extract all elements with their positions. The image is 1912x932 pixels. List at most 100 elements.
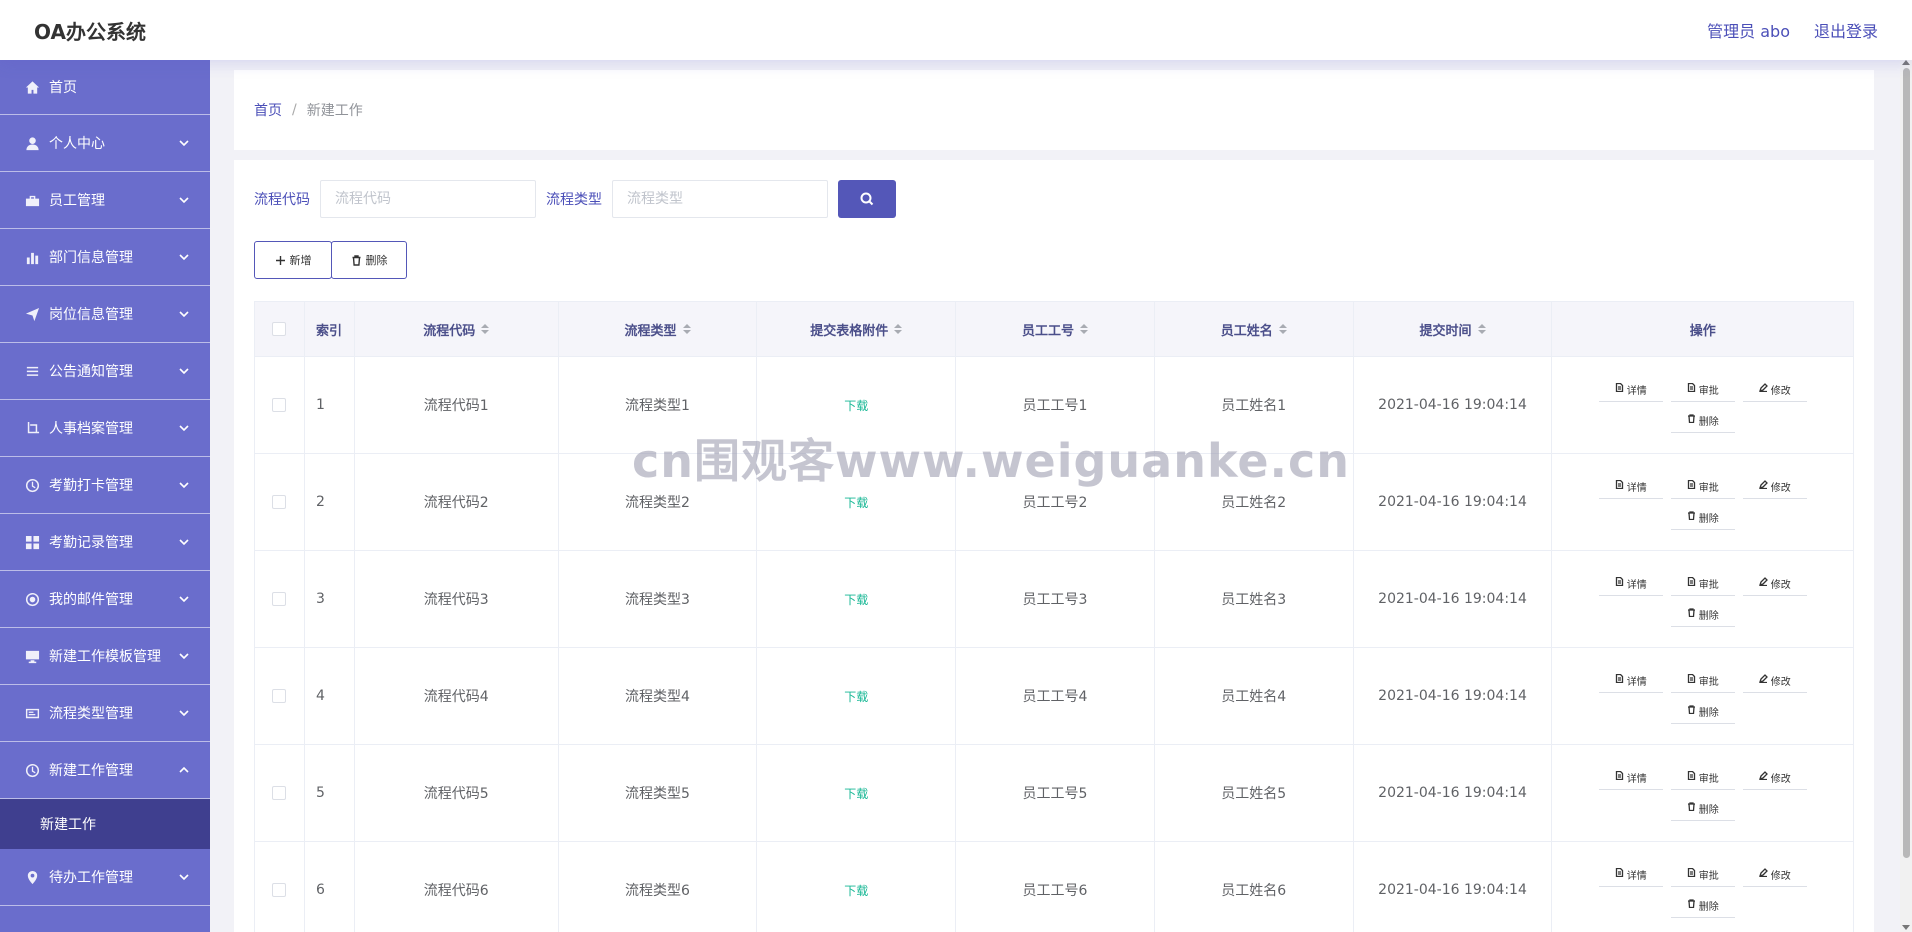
sort-icon[interactable] [682, 324, 691, 334]
header-employee-no[interactable]: 员工工号 [956, 302, 1155, 356]
add-button[interactable]: 新增 [254, 241, 332, 279]
edit-button[interactable]: 修改 [1742, 668, 1807, 693]
row-checkbox[interactable] [272, 495, 287, 509]
select-all-checkbox[interactable] [272, 322, 287, 336]
sidebar-item-hr-archive[interactable]: 人事档案管理 [0, 400, 210, 457]
main-content: 流程代码 流程类型 新增 删除 索引 流程代码 流程类型 提交表格附件 员工工号… [234, 160, 1874, 932]
process-type-input[interactable] [612, 180, 828, 218]
scroll-down-icon[interactable] [1902, 925, 1910, 930]
detail-button[interactable]: 详情 [1598, 377, 1663, 402]
detail-button[interactable]: 详情 [1598, 765, 1663, 790]
row-checkbox[interactable] [272, 592, 287, 606]
delete-label: 删除 [1698, 804, 1719, 816]
header-submit-time[interactable]: 提交时间 [1354, 302, 1553, 356]
breadcrumb: 首页 / 新建工作 [234, 70, 1874, 150]
sidebar-item-department[interactable]: 部门信息管理 [0, 229, 210, 286]
header-index: 索引 [305, 302, 355, 356]
row-checkbox[interactable] [272, 883, 287, 897]
sort-icon[interactable] [481, 324, 490, 334]
row-index: 5 [305, 745, 355, 841]
sidebar-item-work-template[interactable]: 新建工作模板管理 [0, 628, 210, 685]
approve-button[interactable]: 审批 [1670, 474, 1735, 499]
table-row: 3 流程代码3 流程类型3 下载 员工工号3 员工姓名3 2021-04-16 19:04:… [255, 551, 1853, 648]
row-checkbox[interactable] [272, 786, 287, 800]
download-link[interactable]: 下载 [844, 397, 868, 414]
sidebar-item-attendance-checkin[interactable]: 考勤打卡管理 [0, 457, 210, 514]
delete-button[interactable]: 删除 [1670, 505, 1735, 530]
header-employee-name[interactable]: 员工姓名 [1155, 302, 1354, 356]
download-link[interactable]: 下载 [844, 785, 868, 802]
delete-label: 删除 [1698, 513, 1719, 525]
row-checkbox[interactable] [272, 398, 287, 412]
header-process-type[interactable]: 流程类型 [559, 302, 758, 356]
edit-button[interactable]: 修改 [1742, 765, 1807, 790]
sidebar-item-employee[interactable]: 员工管理 [0, 172, 210, 229]
document-icon [1615, 867, 1624, 880]
row-employee-no: 员工工号2 [956, 454, 1155, 550]
sidebar-item-new-work[interactable]: 新建工作管理 [0, 742, 210, 799]
bar-chart-icon [24, 249, 40, 265]
sort-icon[interactable] [894, 324, 903, 334]
page-scrollbar[interactable] [1900, 60, 1912, 932]
logout-link[interactable]: 退出登录 [1814, 18, 1878, 42]
detail-button[interactable]: 详情 [1598, 862, 1663, 887]
process-type-label: 流程类型 [546, 192, 602, 208]
sidebar-item-process-type[interactable]: 流程类型管理 [0, 685, 210, 742]
delete-button-label: 删除 [365, 255, 388, 267]
row-operations: 详情 审批 修改 删除 [1552, 551, 1853, 647]
sidebar-item-position[interactable]: 岗位信息管理 [0, 286, 210, 343]
sidebar-item-mail[interactable]: 我的邮件管理 [0, 571, 210, 628]
document-icon [1615, 382, 1624, 395]
detail-button[interactable]: 详情 [1598, 668, 1663, 693]
approve-button[interactable]: 审批 [1670, 668, 1735, 693]
row-checkbox[interactable] [272, 689, 287, 703]
search-button[interactable] [838, 180, 896, 218]
delete-button[interactable]: 删除 [1670, 602, 1735, 627]
download-link[interactable]: 下载 [844, 688, 868, 705]
sidebar-item-home[interactable]: 首页 [0, 60, 210, 115]
edit-button[interactable]: 修改 [1742, 571, 1807, 596]
sidebar-item-notice[interactable]: 公告通知管理 [0, 343, 210, 400]
sort-icon[interactable] [1477, 324, 1486, 334]
delete-button[interactable]: 删除 [1670, 796, 1735, 821]
download-link[interactable]: 下载 [844, 882, 868, 899]
edit-button[interactable]: 修改 [1742, 377, 1807, 402]
approve-button[interactable]: 审批 [1670, 571, 1735, 596]
sidebar-item-personal-center[interactable]: 个人中心 [0, 115, 210, 172]
header-process-code[interactable]: 流程代码 [355, 302, 559, 356]
approve-button[interactable]: 审批 [1670, 765, 1735, 790]
header-attachment[interactable]: 提交表格附件 [757, 302, 957, 356]
delete-button[interactable]: 删除 [1670, 699, 1735, 724]
download-link[interactable]: 下载 [844, 591, 868, 608]
trash-icon [1687, 511, 1696, 523]
sidebar-subitem-new-work[interactable]: 新建工作 [0, 799, 210, 849]
edit-button[interactable]: 修改 [1742, 862, 1807, 887]
approve-button[interactable]: 审批 [1670, 377, 1735, 402]
edit-button[interactable]: 修改 [1742, 474, 1807, 499]
document-icon [1687, 673, 1696, 686]
list-icon [24, 363, 40, 379]
table-row: 6 流程代码6 流程类型6 下载 员工工号6 员工姓名6 2021-04-16 19:04:… [255, 842, 1853, 932]
table-body: 1 流程代码1 流程类型1 下载 员工工号1 员工姓名1 2021-04-16 19:04:… [255, 357, 1853, 932]
row-submit-time: 2021-04-16 19:04:14 [1354, 551, 1553, 647]
scroll-up-icon[interactable] [1902, 60, 1910, 65]
sort-icon[interactable] [1080, 324, 1089, 334]
operation-buttons: 详情 审批 修改 删除 [1593, 668, 1813, 724]
current-user-link[interactable]: 管理员 abo [1707, 18, 1790, 42]
sort-icon[interactable] [1278, 324, 1287, 334]
trash-icon [1687, 705, 1696, 717]
batch-delete-button[interactable]: 删除 [331, 241, 407, 279]
process-code-input[interactable] [320, 180, 536, 218]
sidebar-item-todo-work[interactable]: 待办工作管理 [0, 849, 210, 906]
breadcrumb-home[interactable]: 首页 [254, 100, 282, 120]
delete-button[interactable]: 删除 [1670, 408, 1735, 433]
approve-button[interactable]: 审批 [1670, 862, 1735, 887]
scroll-thumb[interactable] [1903, 68, 1910, 858]
sidebar-item-attendance-record[interactable]: 考勤记录管理 [0, 514, 210, 571]
chevron-down-icon [178, 422, 190, 434]
detail-button[interactable]: 详情 [1598, 571, 1663, 596]
delete-button[interactable]: 删除 [1670, 893, 1735, 918]
download-link[interactable]: 下载 [844, 494, 868, 511]
search-icon [860, 192, 874, 206]
detail-button[interactable]: 详情 [1598, 474, 1663, 499]
